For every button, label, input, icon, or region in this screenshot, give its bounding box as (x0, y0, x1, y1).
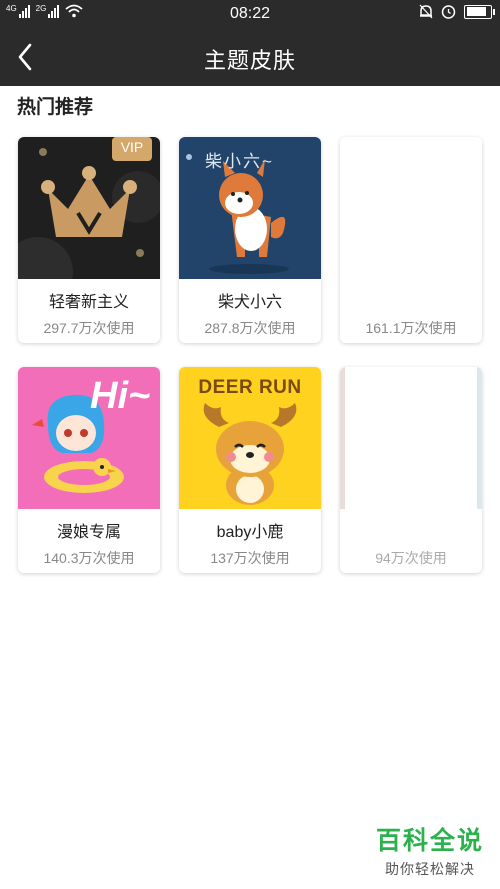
status-icons (419, 4, 495, 19)
theme-usage-count: 94万次使用 (375, 550, 447, 566)
theme-card-luxury[interactable]: VIP 轻奢新主义 297.7万次使用 (18, 137, 160, 343)
watermark-subtitle: 助你轻松解决 (384, 861, 475, 877)
alarm-bell-icon (419, 4, 433, 19)
theme-card-shiba[interactable]: 柴小六~ 柴犬小六 287.8万次使用 (179, 137, 321, 343)
theme-name: 轻奢新主义 (48, 294, 129, 311)
theme-thumbnail: 柴小六~ (179, 137, 321, 279)
clock-icon (441, 5, 456, 19)
theme-usage-count: 140.3万次使用 (43, 550, 135, 566)
theme-name: baby小鹿 (216, 524, 284, 541)
theme-thumbnail: DEER RUN (179, 367, 321, 509)
theme-card-baby-deer[interactable]: DEER RUN baby小鹿 137万次使用 (179, 367, 321, 573)
theme-name: 漫娘专属 (56, 524, 121, 541)
theme-art-caption: Hi~ (90, 375, 151, 417)
theme-card-anime-girl[interactable]: Hi~ 漫娘专属 140.3万次使用 (18, 367, 160, 573)
theme-usage-count: 297.7万次使用 (43, 320, 135, 336)
theme-thumbnail (340, 137, 482, 279)
theme-thumbnail (340, 367, 482, 509)
status-bar: 4G 2G 08:22 (0, 0, 500, 28)
theme-thumbnail: Hi~ (18, 367, 160, 509)
page-title: 主题皮肤 (203, 48, 296, 73)
theme-name: 柴犬小六 (217, 294, 282, 311)
vip-badge: VIP (120, 139, 144, 155)
theme-art-caption: 柴小六~ (205, 152, 274, 171)
theme-usage-count: 161.1万次使用 (365, 320, 457, 336)
title-bar: 主题皮肤 (0, 28, 500, 86)
theme-art-caption: DEER RUN (198, 377, 302, 398)
section-heading: 热门推荐 (17, 97, 94, 118)
theme-thumbnail: VIP (18, 137, 160, 279)
battery-icon (464, 4, 495, 19)
theme-card-blank[interactable]: 161.1万次使用 (340, 137, 482, 343)
theme-usage-count: 137万次使用 (210, 550, 290, 566)
watermark-title: 百科全说 (375, 827, 484, 855)
theme-card-faded[interactable]: 94万次使用 (340, 367, 482, 573)
watermark: 百科全说 助你轻松解决 (376, 821, 484, 879)
theme-usage-count: 287.8万次使用 (204, 320, 296, 336)
